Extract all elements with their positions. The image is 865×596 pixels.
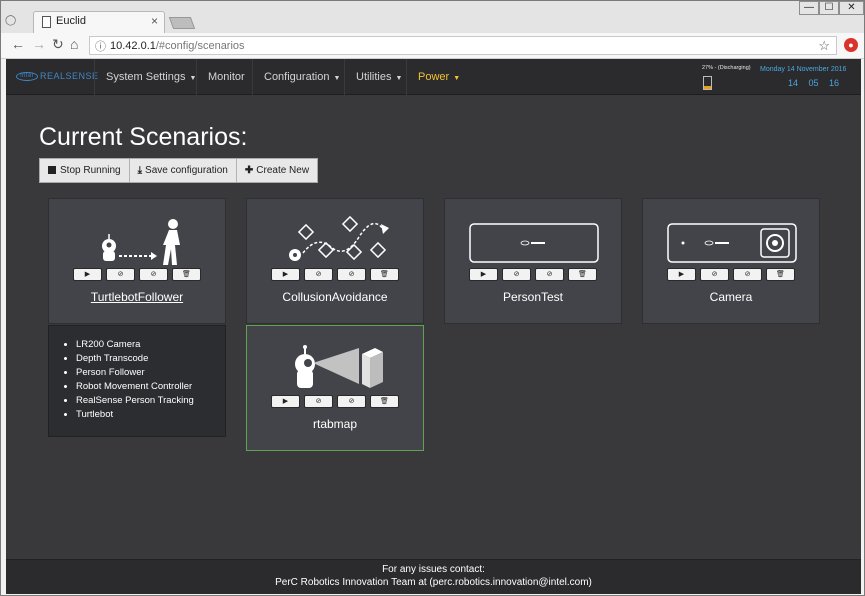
stop-icon xyxy=(48,166,56,174)
delete-button[interactable]: 🗑 xyxy=(370,395,399,408)
disable-button[interactable]: ⊘ xyxy=(337,268,366,281)
scenario-name: PersonTest xyxy=(502,290,564,304)
robot-following-person-icon xyxy=(102,219,180,265)
scenario-card-rtabmap[interactable]: ▶ ⊘ ⊘ 🗑 rtabmap xyxy=(246,325,424,451)
footer-contact-label: For any issues contact: xyxy=(382,564,485,575)
realsense-camera-icon xyxy=(469,223,599,263)
scenario-controls: ▶ ⊘ ⊘ 🗑 xyxy=(271,395,399,408)
forward-icon[interactable]: → xyxy=(32,36,46,52)
battery-icon xyxy=(703,76,712,90)
stop-button[interactable]: ⊘ xyxy=(106,268,135,281)
euclid-page: intel REALSENSE System Settings ▼ Monitor … xyxy=(6,59,861,594)
plus-icon: ✚ xyxy=(244,165,254,176)
stop-running-button[interactable]: Stop Running xyxy=(40,159,130,182)
minimize-button[interactable]: — xyxy=(799,1,819,15)
bookmark-star-icon[interactable]: ☆ xyxy=(818,38,830,54)
scenario-components-list: LR200 Camera Depth Transcode Person Foll… xyxy=(76,338,194,422)
create-new-button[interactable]: ✚ Create New xyxy=(236,159,318,182)
close-window-button[interactable]: ✕ xyxy=(839,1,864,15)
tab-close-icon[interactable]: × xyxy=(151,14,158,28)
scenario-card-camera[interactable]: ▶ ⊘ ⊘ 🗑 Camera xyxy=(642,198,820,324)
delete-button[interactable]: 🗑 xyxy=(172,268,201,281)
nav-configuration[interactable]: Configuration ▼ xyxy=(252,59,351,95)
browser-tab[interactable]: Euclid × xyxy=(33,11,165,33)
browser-window: ◯ Euclid × — ☐ ✕ ← → ↻ ⌂ ⓘ 10.42.0.1/#co… xyxy=(0,0,865,596)
list-item: Turtlebot xyxy=(76,408,194,422)
scenario-card-persontest[interactable]: ▶ ⊘ ⊘ 🗑 PersonTest xyxy=(444,198,622,324)
scenario-name: CollusionAvoidance xyxy=(282,290,388,304)
url-input[interactable]: ⓘ 10.42.0.1/#config/scenarios ☆ xyxy=(89,36,837,55)
scenario-name: Camera xyxy=(709,290,753,304)
stop-button[interactable]: ⊘ xyxy=(502,268,531,281)
play-button[interactable]: ▶ xyxy=(667,268,696,281)
page-title: Current Scenarios: xyxy=(39,123,248,151)
save-configuration-button[interactable]: ⤓ Save configuration xyxy=(129,159,237,182)
list-item: RealSense Person Tracking xyxy=(76,394,194,408)
delete-button[interactable]: 🗑 xyxy=(370,268,399,281)
nav-utilities[interactable]: Utilities ▼ xyxy=(344,59,413,95)
caret-down-icon: ▼ xyxy=(453,75,461,82)
url-path: /#config/scenarios xyxy=(155,40,245,52)
caret-down-icon: ▼ xyxy=(395,75,403,82)
disable-button[interactable]: ⊘ xyxy=(139,268,168,281)
disable-button[interactable]: ⊘ xyxy=(733,268,762,281)
scenario-details-panel: LR200 Camera Depth Transcode Person Foll… xyxy=(48,325,226,437)
download-icon: ⤓ xyxy=(137,165,143,176)
date-display: Monday 14 November 2016 xyxy=(760,66,847,73)
tab-bar: ◯ Euclid × — ☐ ✕ xyxy=(1,1,864,33)
scenario-card-turtlebotfollower[interactable]: ▶ ⊘ ⊘ 🗑 TurtlebotFollower xyxy=(48,198,226,324)
page-icon xyxy=(42,16,51,28)
tab-title: Euclid xyxy=(56,15,86,27)
delete-button[interactable]: 🗑 xyxy=(766,268,795,281)
scenario-name: rtabmap xyxy=(312,417,358,431)
play-button[interactable]: ▶ xyxy=(271,395,300,408)
home-icon[interactable]: ⌂ xyxy=(70,36,78,52)
scenario-toolbar: Stop Running ⤓ Save configuration ✚ Create… xyxy=(39,158,319,183)
nav-monitor[interactable]: Monitor xyxy=(196,59,256,95)
nav-system-settings[interactable]: System Settings ▼ xyxy=(94,59,207,95)
disable-button[interactable]: ⊘ xyxy=(337,395,366,408)
caret-down-icon: ▼ xyxy=(333,75,341,82)
back-icon[interactable]: ← xyxy=(11,36,25,52)
scenario-card-collusionavoidance[interactable]: ▶ ⊘ ⊘ 🗑 CollusionAvoidance xyxy=(246,198,424,324)
list-item: Person Follower xyxy=(76,366,194,380)
realsense-logo[interactable]: intel REALSENSE xyxy=(16,71,99,82)
scenario-controls: ▶ ⊘ ⊘ 🗑 xyxy=(73,268,201,281)
battery-fill xyxy=(704,86,711,89)
profile-icon[interactable]: ◯ xyxy=(5,15,16,26)
scenario-controls: ▶ ⊘ ⊘ 🗑 xyxy=(667,268,795,281)
url-host: 10.42.0.1 xyxy=(110,40,156,52)
scenario-controls: ▶ ⊘ ⊘ 🗑 xyxy=(271,268,399,281)
new-tab-button[interactable] xyxy=(168,17,196,29)
top-navbar: intel REALSENSE System Settings ▼ Monitor … xyxy=(6,59,861,95)
stop-button[interactable]: ⊘ xyxy=(304,268,333,281)
list-item: Robot Movement Controller xyxy=(76,380,194,394)
robot-path-obstacles-icon xyxy=(289,215,389,261)
scenario-controls: ▶ ⊘ ⊘ 🗑 xyxy=(469,268,597,281)
play-button[interactable]: ▶ xyxy=(73,268,102,281)
realsense-camera-lens-icon xyxy=(667,223,797,263)
stop-button[interactable]: ⊘ xyxy=(700,268,729,281)
disable-button[interactable]: ⊘ xyxy=(535,268,564,281)
nav-power[interactable]: Power ▼ xyxy=(406,59,471,95)
scenario-name-link[interactable]: TurtlebotFollower xyxy=(49,290,225,304)
page-footer: For any issues contact: PerC Robotics In… xyxy=(6,559,861,594)
play-button[interactable]: ▶ xyxy=(469,268,498,281)
stop-button[interactable]: ⊘ xyxy=(304,395,333,408)
reload-icon[interactable]: ↻ xyxy=(52,36,64,53)
robot-scanning-box-icon xyxy=(295,345,383,388)
info-icon[interactable]: ⓘ xyxy=(95,38,106,54)
extension-icon[interactable]: ● xyxy=(844,38,858,52)
maximize-button[interactable]: ☐ xyxy=(819,1,839,15)
list-item: Depth Transcode xyxy=(76,352,194,366)
address-bar: ← → ↻ ⌂ ⓘ 10.42.0.1/#config/scenarios ☆ … xyxy=(1,33,864,59)
battery-status: 27% - (Discharging) xyxy=(702,65,751,71)
time-display: 14 05 16 xyxy=(788,78,840,88)
play-button[interactable]: ▶ xyxy=(271,268,300,281)
delete-button[interactable]: 🗑 xyxy=(568,268,597,281)
list-item: LR200 Camera xyxy=(76,338,194,352)
footer-contact-email[interactable]: PerC Robotics Innovation Team at (perc.r… xyxy=(6,576,861,589)
